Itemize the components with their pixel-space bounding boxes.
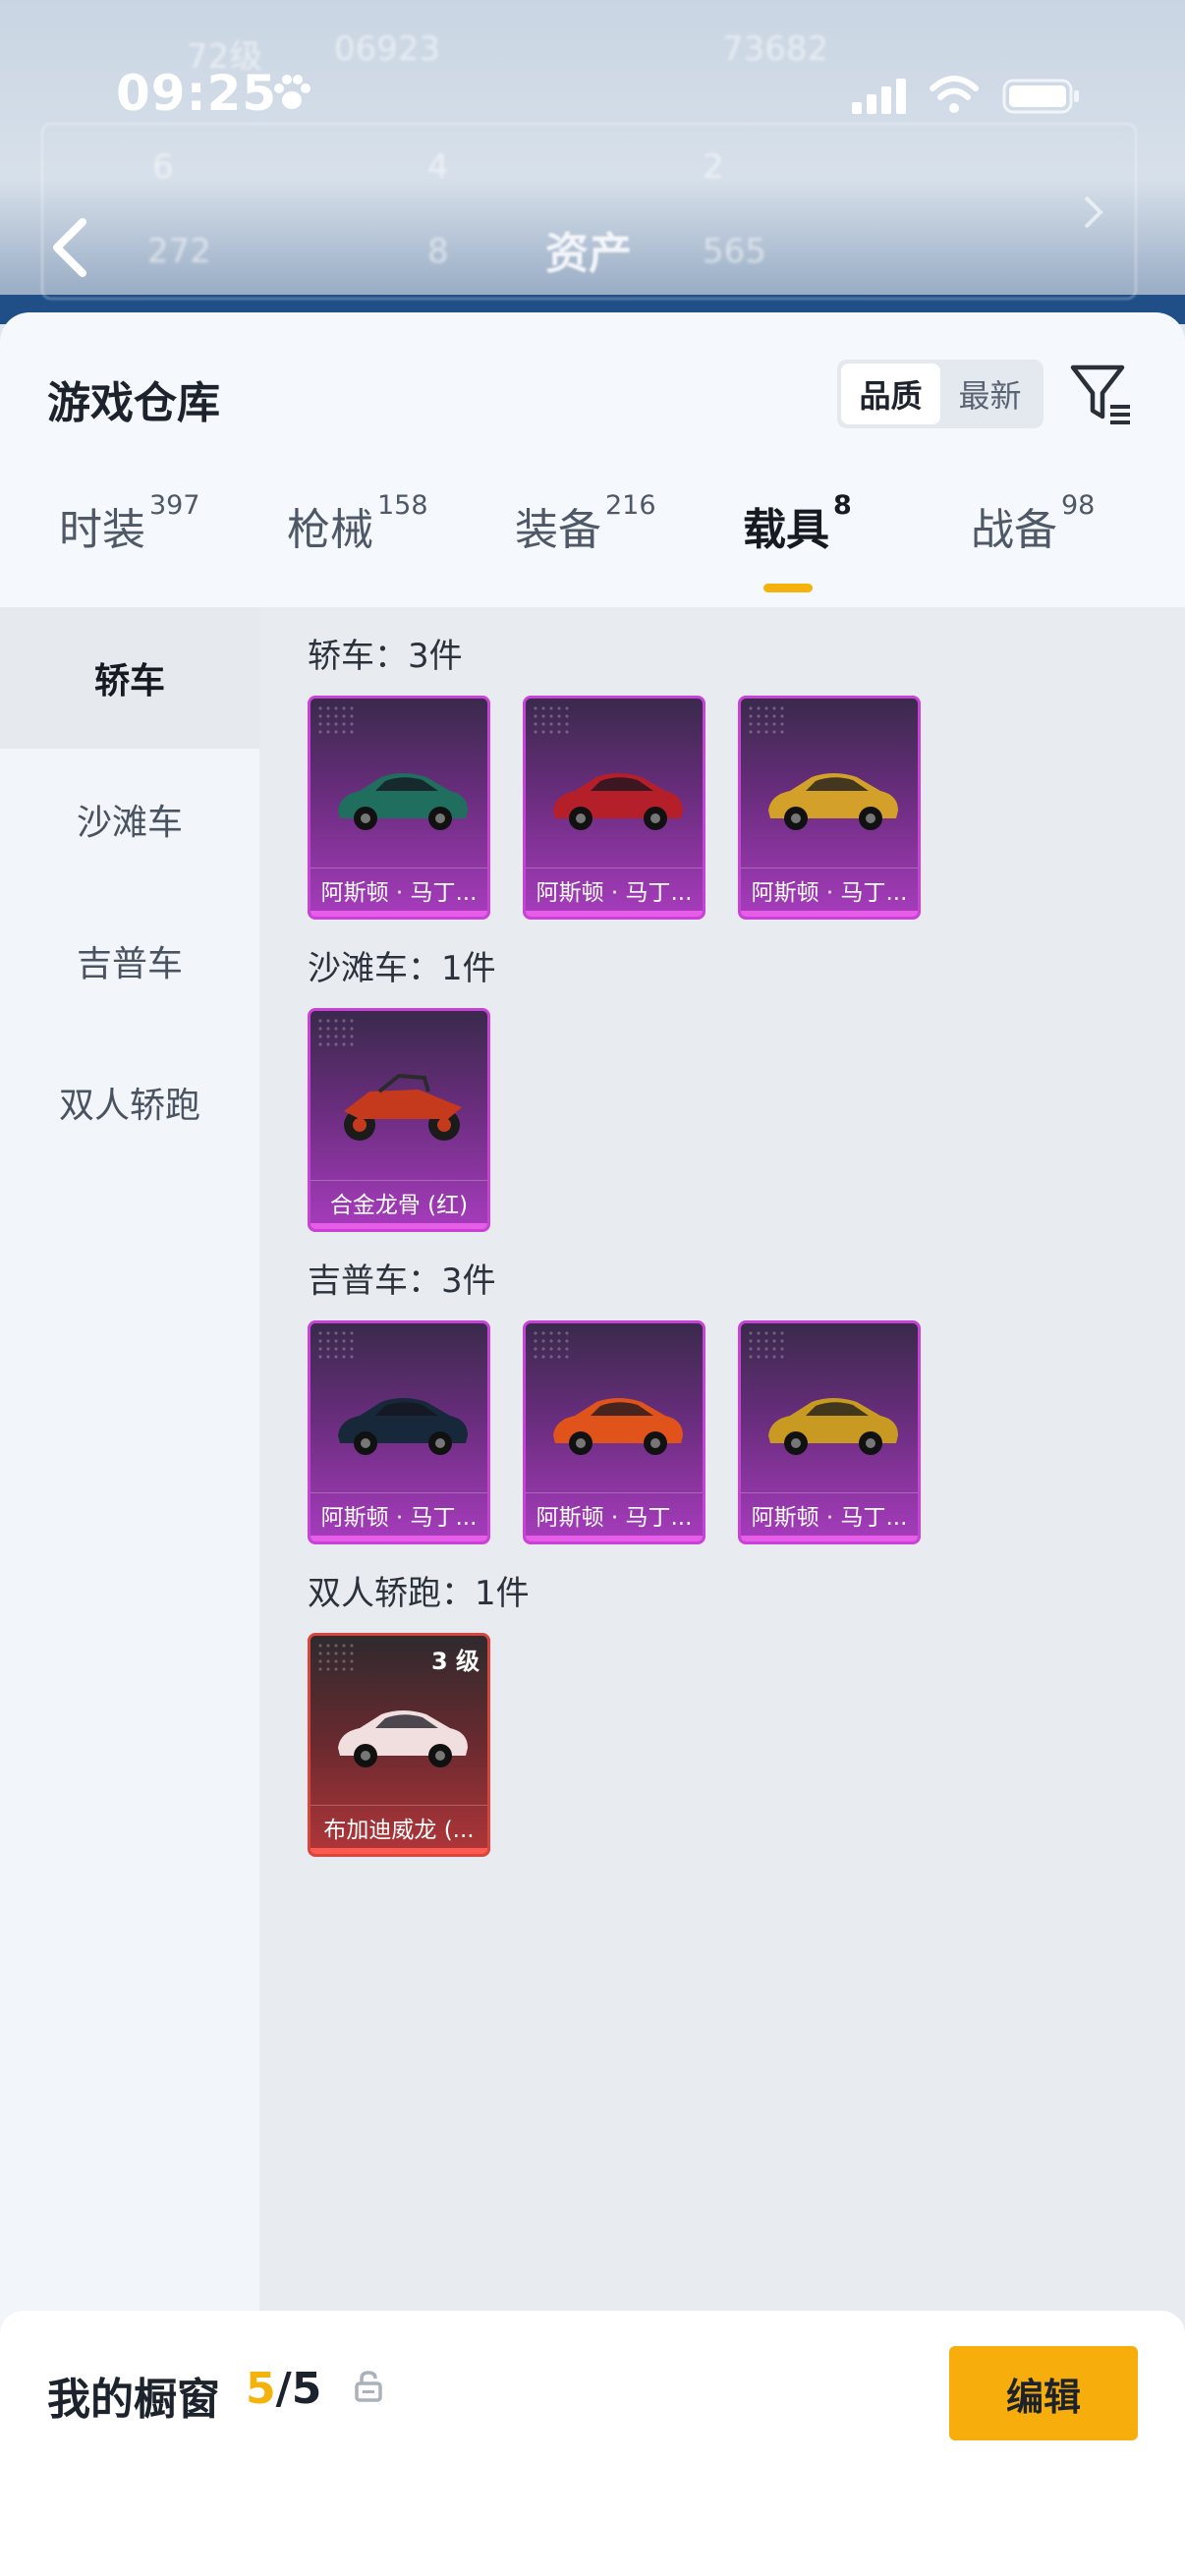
tab-count: 397 — [149, 490, 200, 521]
card-pattern — [532, 1329, 571, 1359]
filter-icon[interactable] — [1069, 362, 1134, 426]
sort-toggle: 品质 最新 — [837, 360, 1044, 428]
battery-icon — [1002, 79, 1079, 114]
vehicle-card[interactable]: 阿斯顿 · 马丁... — [738, 696, 921, 920]
car-icon — [553, 773, 683, 830]
car-icon — [338, 1710, 468, 1767]
buggy-icon — [344, 1073, 462, 1141]
card-rarity-line — [526, 911, 703, 917]
car-icon — [768, 1398, 898, 1455]
side-nav-jeep[interactable]: 吉普车 — [0, 890, 259, 1032]
warehouse-sheet: 游戏仓库 品质 最新 时装 397 枪械 158 装备 216 载具 8 战备 98 轿车… — [0, 312, 1185, 2576]
tab-count: 216 — [605, 490, 656, 521]
side-nav-sedan[interactable]: 轿车 — [0, 607, 259, 749]
wifi-icon — [930, 76, 979, 113]
group-title-sedan: 轿车：3件 — [308, 637, 463, 676]
side-nav-coupe[interactable]: 双人轿跑 — [0, 1032, 259, 1173]
tab-count: 158 — [377, 490, 428, 521]
stat-value: 4 — [427, 147, 449, 187]
stat-value: 272 — [147, 232, 211, 271]
card-rarity-line — [741, 1536, 918, 1541]
card-label: 布加迪威龙 (... — [310, 1805, 487, 1848]
card-label: 阿斯顿 · 马丁... — [526, 868, 703, 911]
status-time: 09:25 — [116, 65, 278, 122]
car-icon — [338, 1398, 468, 1455]
paw-icon — [274, 75, 310, 109]
page-title: 资产 — [545, 229, 632, 279]
card-pattern — [316, 1642, 356, 1671]
warehouse-title: 游戏仓库 — [47, 378, 220, 428]
car-icon — [768, 773, 898, 830]
card-label: 阿斯顿 · 马丁... — [741, 1492, 918, 1536]
card-label: 合金龙骨 (红) — [310, 1180, 487, 1223]
tab-label: 载具 — [743, 505, 829, 555]
card-pattern — [532, 704, 571, 734]
card-label: 阿斯顿 · 马丁... — [310, 868, 487, 911]
vehicle-card[interactable]: 3 级布加迪威龙 (... — [308, 1633, 490, 1857]
tab-weapons[interactable]: 枪械 158 — [287, 490, 428, 557]
card-pattern — [747, 704, 786, 734]
vehicle-card[interactable]: 阿斯顿 · 马丁... — [523, 1320, 705, 1544]
stat-value: 565 — [703, 232, 766, 271]
back-icon[interactable] — [49, 216, 88, 279]
tab-vehicles[interactable]: 载具 8 — [743, 490, 852, 557]
card-pattern — [316, 704, 356, 734]
chevron-right-icon — [1084, 196, 1103, 229]
vehicle-grid: 轿车：3件 沙滩车：1件 吉普车：3件 双人轿跑：1件 阿斯顿 · 马丁... 阿… — [259, 607, 1185, 2576]
showcase-label: 我的橱窗 — [47, 2375, 220, 2425]
side-nav-beach-buggy[interactable]: 沙滩车 — [0, 749, 259, 890]
card-label: 阿斯顿 · 马丁... — [310, 1492, 487, 1536]
tab-count: 98 — [1061, 490, 1096, 521]
stat-value: 6 — [152, 147, 174, 187]
tab-label: 战备 — [971, 505, 1057, 555]
ghost-value-b: 73682 — [722, 29, 829, 69]
group-title-jeep: 吉普车：3件 — [308, 1261, 496, 1301]
lock-icon — [355, 2371, 382, 2402]
vehicle-card[interactable]: 阿斯顿 · 马丁... — [738, 1320, 921, 1544]
stat-value: 2 — [703, 147, 724, 187]
tab-label: 装备 — [515, 505, 601, 555]
tab-battle-prep[interactable]: 战备 98 — [971, 490, 1095, 557]
card-pattern — [316, 1017, 356, 1046]
showcase-current: 5 — [246, 2364, 276, 2414]
car-icon — [338, 773, 468, 830]
ghost-value-a: 06923 — [334, 29, 441, 69]
showcase-bar: 我的橱窗 5/5 编辑 — [0, 2311, 1185, 2576]
card-pattern — [747, 1329, 786, 1359]
stat-value: 8 — [427, 232, 449, 271]
vehicle-card[interactable]: 阿斯顿 · 马丁... — [523, 696, 705, 920]
card-rarity-line — [310, 911, 487, 917]
tab-equipment[interactable]: 装备 216 — [515, 490, 656, 557]
card-label: 阿斯顿 · 马丁... — [741, 868, 918, 911]
card-rarity-line — [310, 1848, 487, 1854]
sort-latest-button[interactable]: 最新 — [940, 364, 1040, 424]
group-title-coupe: 双人轿跑：1件 — [308, 1574, 530, 1613]
active-tab-indicator — [763, 584, 813, 592]
edit-button[interactable]: 编辑 — [949, 2346, 1138, 2440]
category-tabs: 时装 397 枪械 158 装备 216 载具 8 战备 98 — [0, 490, 1185, 602]
car-icon — [553, 1398, 683, 1455]
card-rarity-line — [526, 1536, 703, 1541]
vehicle-card[interactable]: 合金龙骨 (红) — [308, 1008, 490, 1232]
sort-quality-button[interactable]: 品质 — [841, 364, 940, 424]
tab-fashion[interactable]: 时装 397 — [59, 490, 200, 557]
signal-icon — [852, 79, 906, 114]
card-rarity-line — [741, 911, 918, 917]
card-rarity-line — [310, 1536, 487, 1541]
tab-count: 8 — [833, 490, 852, 521]
side-nav: 轿车 沙滩车 吉普车 双人轿跑 — [0, 607, 259, 2576]
vehicle-card[interactable]: 阿斯顿 · 马丁... — [308, 696, 490, 920]
vehicle-card[interactable]: 阿斯顿 · 马丁... — [308, 1320, 490, 1544]
tab-label: 枪械 — [287, 505, 373, 555]
card-level: 3 级 — [430, 1648, 480, 1675]
tab-label: 时装 — [59, 505, 145, 555]
card-rarity-line — [310, 1223, 487, 1229]
showcase-total: /5 — [275, 2364, 322, 2414]
group-title-beach-buggy: 沙滩车：1件 — [308, 949, 496, 988]
showcase-count: 5/5 — [246, 2364, 321, 2414]
card-pattern — [316, 1329, 356, 1359]
card-label: 阿斯顿 · 马丁... — [526, 1492, 703, 1536]
